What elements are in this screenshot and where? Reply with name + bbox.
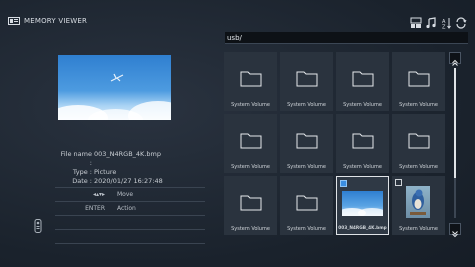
help-panel: ◂▴▾▸ Move ENTER Action: [55, 187, 205, 244]
help-row-move: ◂▴▾▸ Move: [55, 188, 205, 201]
scroll-down-button[interactable]: [449, 223, 461, 238]
folder-icon: [408, 71, 430, 87]
folder-icon: [296, 133, 318, 149]
app-title: MEMORY VIEWER: [8, 17, 87, 25]
image-tile[interactable]: System Volume: [392, 176, 445, 235]
tile-label: System Volume: [399, 102, 438, 108]
help-action: Move: [117, 191, 134, 198]
type-value: Picture: [94, 168, 117, 176]
image-preview: [58, 55, 171, 120]
folder-tile[interactable]: System Volume: [224, 176, 277, 235]
folder-tile[interactable]: System Volume: [280, 176, 333, 235]
type-label: Type :: [72, 168, 92, 176]
image-thumbnail: [406, 186, 430, 218]
file-grid: System Volume System Volume System Volum…: [224, 52, 445, 235]
tile-label: System Volume: [399, 226, 438, 232]
image-thumbnail: [338, 191, 386, 218]
help-action: Action: [117, 205, 136, 212]
tile-label: System Volume: [343, 102, 382, 108]
chevron-up-icon: [452, 59, 458, 66]
folder-icon: [352, 71, 374, 87]
path-bar: usb/: [225, 32, 468, 44]
chevron-down-icon: [452, 231, 458, 238]
image-tile-selected[interactable]: 003_N4RGB_4K.bmp: [336, 176, 389, 235]
folder-tile[interactable]: System Volume: [224, 114, 277, 173]
file-name-label: File name :: [60, 150, 92, 167]
select-checkbox[interactable]: [395, 179, 402, 186]
tile-label: System Volume: [287, 102, 326, 108]
sort-az-icon[interactable]: AZ: [440, 14, 452, 31]
folder-tile[interactable]: System Volume: [336, 114, 389, 173]
top-toolbar: AZ: [410, 14, 467, 31]
tile-label: System Volume: [231, 102, 270, 108]
folder-icon: [408, 133, 430, 149]
app-title-text: MEMORY VIEWER: [24, 17, 88, 25]
airplane-icon: [110, 73, 124, 82]
view-mode-icon[interactable]: [410, 14, 422, 28]
memory-viewer-screen: MEMORY VIEWER AZ File name :003_N4RGB_4K…: [0, 0, 475, 267]
tile-label: System Volume: [399, 164, 438, 170]
file-info: File name :003_N4RGB_4K.bmp Type : Pictur…: [58, 150, 163, 186]
divider: [55, 243, 205, 244]
memory-viewer-icon: [8, 17, 20, 25]
tile-label: 003_N4RGB_4K.bmp: [338, 226, 387, 231]
tile-label: System Volume: [231, 164, 270, 170]
tile-label: System Volume: [343, 164, 382, 170]
help-row-enter: ENTER Action: [55, 202, 205, 215]
tile-label: System Volume: [231, 226, 270, 232]
music-note-icon[interactable]: [425, 14, 437, 29]
folder-icon: [240, 195, 262, 211]
help-key: ENTER: [85, 205, 105, 212]
folder-tile[interactable]: System Volume: [392, 114, 445, 173]
folder-tile[interactable]: System Volume: [280, 52, 333, 111]
svg-text:Z: Z: [442, 25, 446, 30]
help-key: ◂▴▾▸: [92, 191, 105, 198]
tile-label: System Volume: [287, 164, 326, 170]
folder-tile[interactable]: System Volume: [280, 114, 333, 173]
scroll-thumb[interactable]: [454, 68, 456, 178]
file-name-value: 003_N4RGB_4K.bmp: [94, 150, 161, 158]
folder-icon: [240, 133, 262, 149]
folder-icon: [352, 133, 374, 149]
date-label: Date :: [72, 177, 92, 185]
tile-label: System Volume: [287, 226, 326, 232]
folder-icon: [240, 71, 262, 87]
repeat-icon[interactable]: [455, 14, 467, 29]
folder-tile[interactable]: System Volume: [336, 52, 389, 111]
folder-icon: [296, 71, 318, 87]
scroll-up-button[interactable]: [449, 52, 461, 66]
remote-control-icon: [34, 218, 42, 233]
select-checkbox[interactable]: [340, 180, 347, 187]
folder-tile[interactable]: System Volume: [392, 52, 445, 111]
folder-tile[interactable]: System Volume: [224, 52, 277, 111]
scrollbar[interactable]: [449, 52, 463, 238]
date-value: 2020/01/27 16:27:48: [94, 177, 163, 185]
folder-icon: [296, 195, 318, 211]
